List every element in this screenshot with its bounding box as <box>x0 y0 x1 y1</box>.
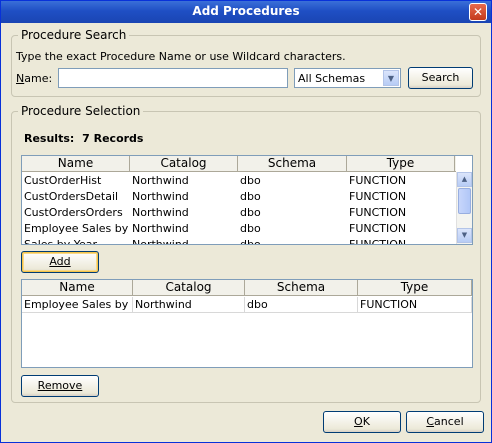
arrow-up-icon[interactable]: ▲ <box>457 172 472 187</box>
name-input[interactable] <box>58 68 288 88</box>
table-row[interactable]: Employee Sales by ... Northwind dbo FUNC… <box>22 221 456 237</box>
procedure-selection-group: Procedure Selection Results: 7 Records N… <box>11 104 481 403</box>
column-header-schema[interactable]: Schema <box>245 280 358 296</box>
table-row[interactable]: CustOrderHist Northwind dbo FUNCTION <box>22 173 456 189</box>
close-button[interactable]: ✕ <box>469 3 487 21</box>
column-header-type[interactable]: Type <box>358 280 472 296</box>
procedure-search-legend: Procedure Search <box>18 28 130 42</box>
column-header-schema[interactable]: Schema <box>238 156 347 172</box>
procedure-selection-legend: Procedure Selection <box>18 104 144 118</box>
title-bar[interactable]: Add Procedures ✕ <box>1 1 491 23</box>
results-table: Name Catalog Schema Type CustOrderHist N… <box>21 155 473 245</box>
selected-table: Name Catalog Schema Type Employee Sales … <box>21 279 473 368</box>
schema-select-value: All Schemas <box>298 72 366 85</box>
column-header-name[interactable]: Name <box>22 280 133 296</box>
scroll-thumb[interactable] <box>458 188 471 214</box>
search-instruction: Type the exact Procedure Name or use Wil… <box>16 50 346 63</box>
results-label: Results: <box>24 132 75 145</box>
column-header-name[interactable]: Name <box>22 156 130 172</box>
remove-button[interactable]: Remove <box>21 375 99 397</box>
add-button[interactable]: Add <box>21 251 99 273</box>
column-header-type[interactable]: Type <box>347 156 455 172</box>
arrow-down-icon[interactable]: ▼ <box>457 228 472 243</box>
schema-select[interactable]: All Schemas ▼ <box>294 68 401 88</box>
close-icon: ✕ <box>472 5 484 19</box>
table-row[interactable]: CustOrdersDetail Northwind dbo FUNCTION <box>22 189 456 205</box>
selected-table-header: Name Catalog Schema Type <box>22 280 472 296</box>
column-header-catalog[interactable]: Catalog <box>130 156 238 172</box>
ok-button[interactable]: OK <box>323 411 401 433</box>
chevron-down-icon[interactable]: ▼ <box>383 70 399 86</box>
add-procedures-dialog: Add Procedures ✕ Procedure Search Type t… <box>0 0 492 443</box>
table-row[interactable]: Employee Sales by ... Northwind dbo FUNC… <box>22 297 472 313</box>
name-label: Name: <box>16 72 53 85</box>
cancel-button[interactable]: Cancel <box>406 411 484 433</box>
dialog-title: Add Procedures <box>192 4 300 18</box>
results-summary: Results: 7 Records <box>24 132 143 145</box>
results-count: 7 Records <box>82 132 144 145</box>
results-table-header: Name Catalog Schema Type <box>22 156 456 172</box>
column-header-catalog[interactable]: Catalog <box>133 280 245 296</box>
table-row[interactable]: Sales by Year Northwind dbo FUNCTION <box>22 237 456 244</box>
results-scrollbar[interactable]: ▲ ▼ <box>456 172 472 244</box>
procedure-search-group: Procedure Search Type the exact Procedur… <box>11 28 481 97</box>
search-button[interactable]: Search <box>408 67 473 89</box>
table-row[interactable]: CustOrdersOrders Northwind dbo FUNCTION <box>22 205 456 221</box>
